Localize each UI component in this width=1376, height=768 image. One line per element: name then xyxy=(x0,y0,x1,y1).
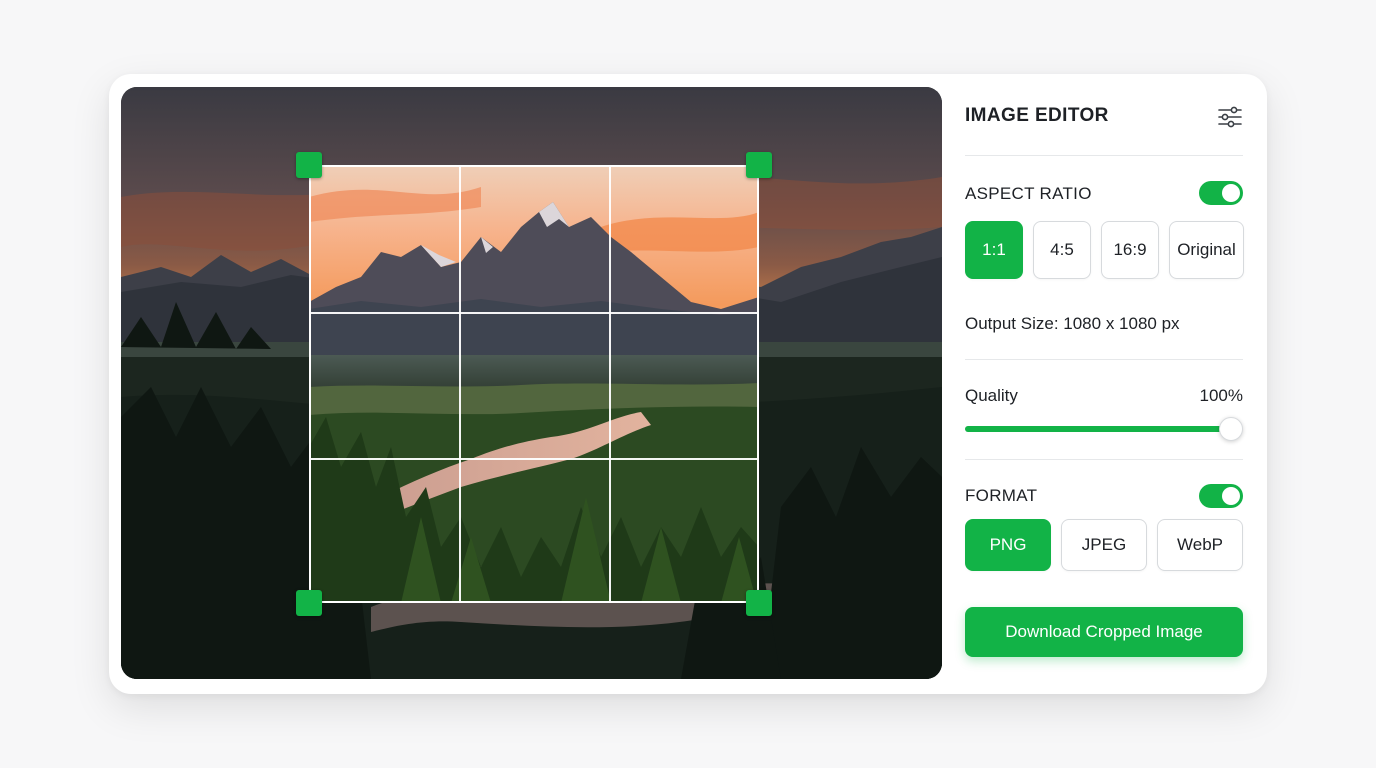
ratio-16-9-button[interactable]: 16:9 xyxy=(1101,221,1159,279)
crop-handle-top-right[interactable] xyxy=(746,152,772,178)
format-webp-button[interactable]: WebP xyxy=(1157,519,1243,571)
image-canvas[interactable] xyxy=(121,87,942,679)
quality-slider-fill xyxy=(965,426,1231,432)
ratio-original-button[interactable]: Original xyxy=(1169,221,1244,279)
format-toggle[interactable] xyxy=(1199,484,1243,508)
ratio-4-5-button[interactable]: 4:5 xyxy=(1033,221,1091,279)
format-label: FORMAT xyxy=(965,486,1038,505)
grid-line-vertical-1 xyxy=(459,167,461,601)
crop-handle-top-left[interactable] xyxy=(296,152,322,178)
divider xyxy=(965,359,1243,360)
panel-title: IMAGE EDITOR xyxy=(965,105,1109,126)
quality-value: 100% xyxy=(1199,386,1243,405)
quality-label: Quality xyxy=(965,386,1018,405)
quality-slider[interactable] xyxy=(965,417,1243,441)
aspect-ratio-options: 1:1 4:5 16:9 Original xyxy=(965,221,1244,279)
crop-handle-bottom-right[interactable] xyxy=(746,590,772,616)
divider xyxy=(965,155,1243,156)
grid-line-horizontal-1 xyxy=(311,312,757,314)
output-size-text: Output Size: 1080 x 1080 px xyxy=(965,314,1180,333)
editor-card: IMAGE EDITOR ASPECT RATIO 1:1 4:5 16:9 O… xyxy=(109,74,1267,694)
editor-panel: IMAGE EDITOR ASPECT RATIO 1:1 4:5 16:9 O… xyxy=(965,74,1244,694)
aspect-ratio-toggle[interactable] xyxy=(1199,181,1243,205)
crop-handle-bottom-left[interactable] xyxy=(296,590,322,616)
ratio-1-1-button[interactable]: 1:1 xyxy=(965,221,1023,279)
format-options: PNG JPEG WebP xyxy=(965,519,1243,571)
toggle-knob xyxy=(1222,487,1240,505)
quality-slider-thumb[interactable] xyxy=(1219,417,1243,441)
sliders-icon[interactable] xyxy=(1217,104,1243,130)
download-cropped-image-button[interactable]: Download Cropped Image xyxy=(965,607,1243,657)
grid-line-vertical-2 xyxy=(609,167,611,601)
grid-line-horizontal-2 xyxy=(311,458,757,460)
toggle-knob xyxy=(1222,184,1240,202)
crop-box[interactable] xyxy=(309,165,759,603)
format-jpeg-button[interactable]: JPEG xyxy=(1061,519,1147,571)
aspect-ratio-label: ASPECT RATIO xyxy=(965,184,1092,203)
format-png-button[interactable]: PNG xyxy=(965,519,1051,571)
divider xyxy=(965,459,1243,460)
